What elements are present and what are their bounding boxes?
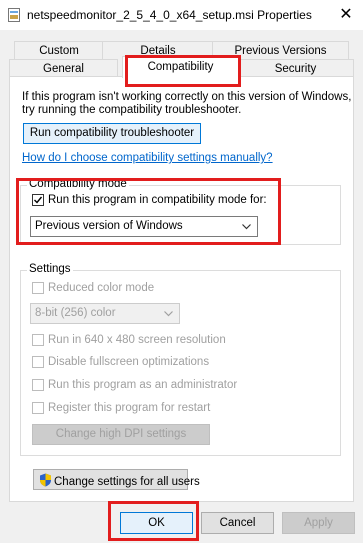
- disable-fullscreen-label: Disable fullscreen optimizations: [48, 356, 210, 368]
- reduced-color-label: Reduced color mode: [48, 282, 155, 294]
- reduced-color-checkbox[interactable]: [32, 282, 44, 294]
- tab-custom[interactable]: Custom: [14, 41, 104, 60]
- intro-line-2: try running the compatibility troublesho…: [22, 104, 242, 116]
- title-bar: netspeedmonitor_2_5_4_0_x64_setup.msi Pr…: [0, 0, 363, 30]
- chevron-down-icon: [164, 311, 173, 317]
- apply-button[interactable]: Apply: [282, 512, 355, 534]
- highlight-compatibility-tab: [125, 55, 241, 87]
- run-admin-label: Run this program as an administrator: [48, 379, 238, 391]
- change-settings-all-users-button[interactable]: Change settings for all users: [33, 469, 200, 490]
- settings-label: Settings: [27, 263, 73, 275]
- color-depth-select[interactable]: 8-bit (256) color: [30, 303, 180, 324]
- change-dpi-button[interactable]: Change high DPI settings: [32, 424, 210, 445]
- cancel-button[interactable]: Cancel: [201, 512, 274, 534]
- close-icon[interactable]: ✕: [335, 4, 357, 26]
- run-640-label: Run in 640 x 480 screen resolution: [48, 334, 226, 346]
- uac-shield-icon: [40, 473, 51, 487]
- register-restart-label: Register this program for restart: [48, 402, 211, 414]
- register-restart-checkbox[interactable]: [32, 402, 44, 414]
- installer-package-icon: [8, 8, 20, 22]
- run-admin-checkbox[interactable]: [32, 379, 44, 391]
- window-title: netspeedmonitor_2_5_4_0_x64_setup.msi Pr…: [27, 8, 312, 22]
- help-link[interactable]: How do I choose compatibility settings m…: [22, 152, 273, 164]
- run-troubleshooter-button[interactable]: Run compatibility troubleshooter: [23, 123, 201, 144]
- highlight-ok-button: [108, 501, 199, 541]
- disable-fullscreen-checkbox[interactable]: [32, 356, 44, 368]
- run-640-checkbox[interactable]: [32, 334, 44, 346]
- highlight-compatibility-mode: [16, 178, 281, 245]
- intro-line-1: If this program isn't working correctly …: [22, 91, 352, 103]
